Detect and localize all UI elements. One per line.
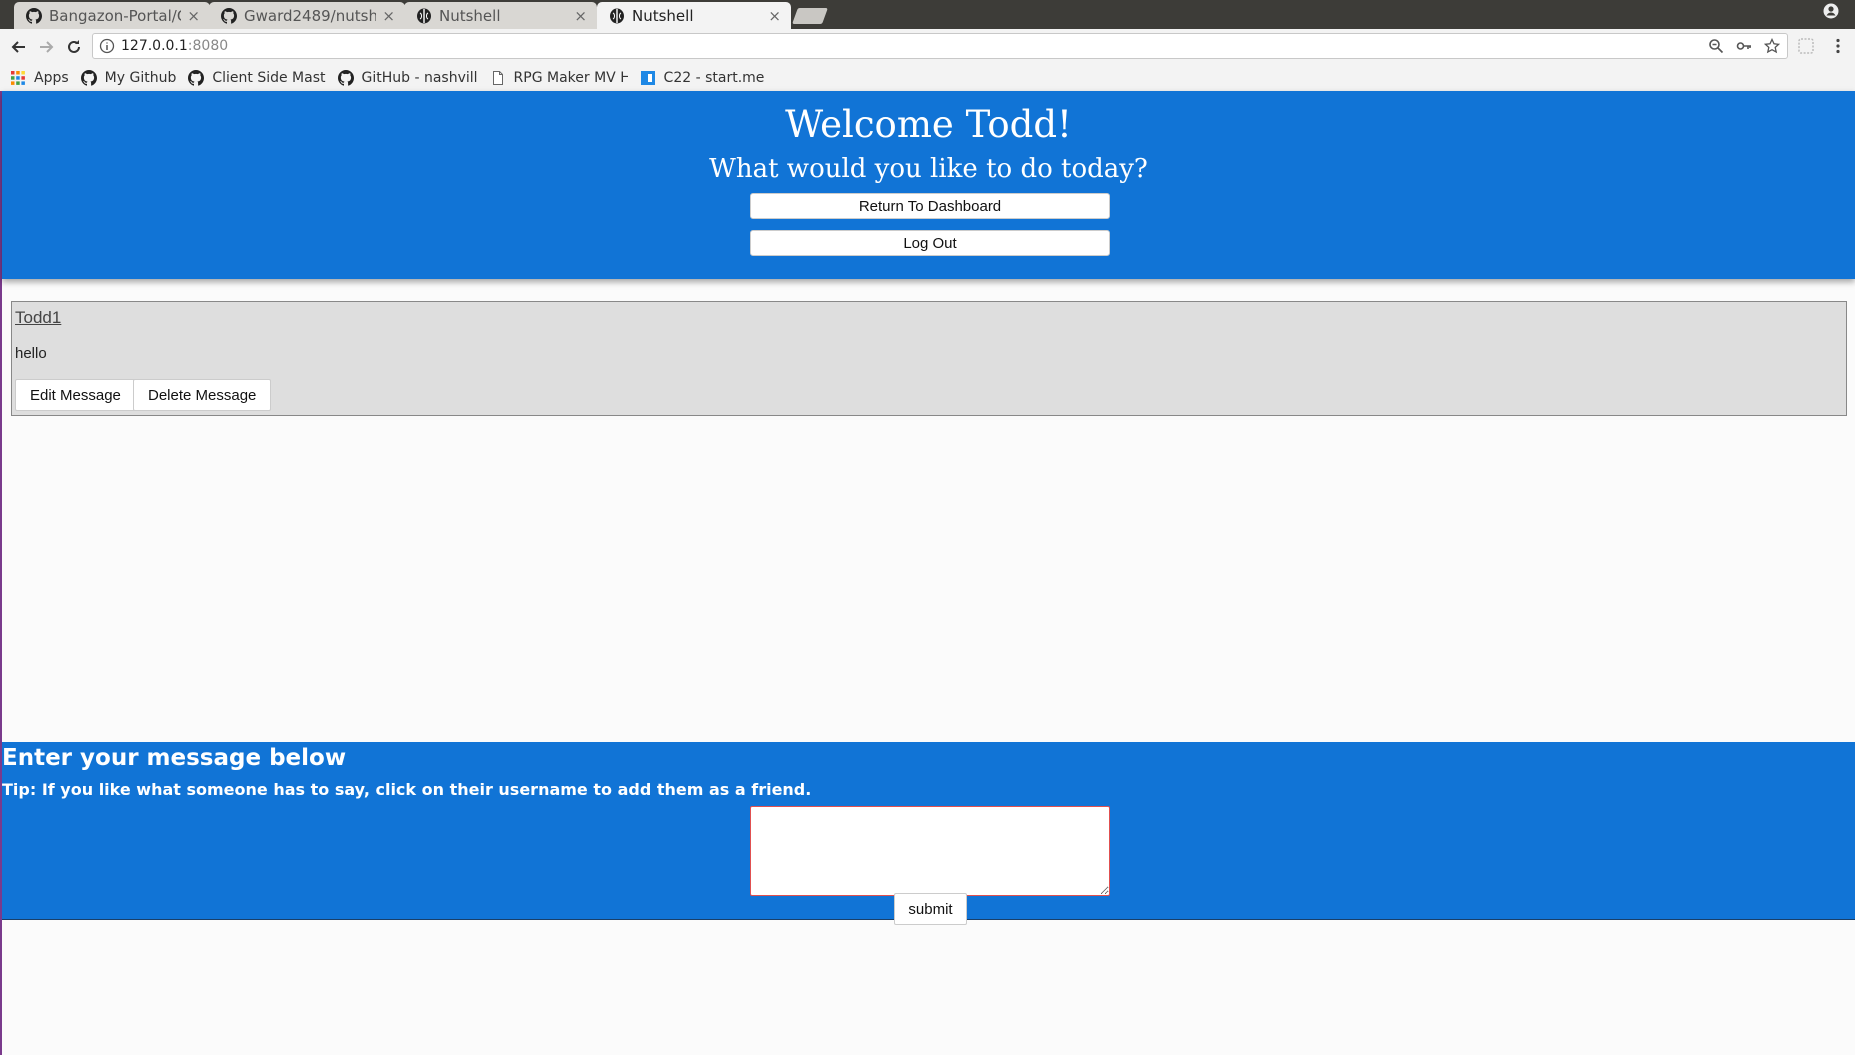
bookmark-apps[interactable]: Apps <box>10 70 69 86</box>
star-icon[interactable] <box>1763 37 1781 55</box>
close-icon[interactable]: × <box>768 7 781 25</box>
message-textarea[interactable] <box>750 806 1110 896</box>
tab-title: Bangazon-Portal/C <box>49 6 182 25</box>
return-dashboard-button[interactable]: Return To Dashboard <box>750 193 1110 219</box>
nutshell-icon <box>417 8 431 23</box>
tab-title: Nutshell <box>439 6 501 25</box>
nutshell-icon <box>610 8 624 23</box>
bookmark-label: Apps <box>34 70 69 86</box>
omnibox-actions <box>1707 37 1781 55</box>
address-bar[interactable]: 127.0.0.1:8080 <box>92 33 1788 59</box>
welcome-subtitle: What would you like to do today? <box>709 154 1148 184</box>
tab-title: Gward2489/nutshe <box>244 6 377 25</box>
compose-heading: Enter your message below <box>2 745 347 771</box>
forward-arrow-icon <box>40 41 54 53</box>
zoom-icon[interactable] <box>1707 37 1725 55</box>
browser-tab-2[interactable]: Gward2489/nutshe × <box>209 2 405 29</box>
key-icon[interactable] <box>1735 37 1753 55</box>
delete-message-button[interactable]: Delete Message <box>133 379 272 411</box>
bookmark-client-side[interactable]: Client Side Mast <box>188 70 326 86</box>
back-arrow-icon <box>11 41 25 53</box>
browser-tab-1[interactable]: Bangazon-Portal/C × <box>14 2 210 29</box>
reload-button[interactable] <box>62 35 86 59</box>
bookmark-my-github[interactable]: My Github <box>80 70 177 86</box>
logout-button[interactable]: Log Out <box>750 230 1110 256</box>
welcome-header: Welcome Todd! What would you like to do … <box>2 91 1855 279</box>
welcome-title: Welcome Todd! <box>785 103 1072 146</box>
extension-icon[interactable] <box>1797 37 1815 55</box>
bookmark-label: My Github <box>104 70 177 86</box>
browser-tab-active[interactable]: Nutshell × <box>597 2 791 29</box>
browser-tab-3[interactable]: Nutshell × <box>404 2 597 29</box>
message-username-link[interactable]: Todd1 <box>15 308 61 328</box>
bookmark-label: RPG Maker MV H <box>513 70 628 86</box>
bookmarks-bar: Apps My Github Client Side Mast GitHub -… <box>0 65 1855 92</box>
github-icon <box>26 7 42 24</box>
message-text: hello <box>15 345 47 362</box>
message-card: Todd1 hello Edit Message Delete Message <box>11 301 1847 416</box>
github-icon <box>221 7 237 24</box>
info-icon[interactable] <box>99 38 115 54</box>
url-text: 127.0.0.1:8080 <box>121 38 228 54</box>
github-icon <box>337 70 354 86</box>
submit-button[interactable]: submit <box>894 893 967 925</box>
close-icon[interactable]: × <box>382 7 395 25</box>
bookmark-rpg-maker[interactable]: RPG Maker MV H <box>490 70 628 86</box>
compose-tip: Tip: If you like what someone has to say… <box>2 780 812 799</box>
close-icon[interactable]: × <box>574 7 587 25</box>
profile-icon[interactable] <box>1821 3 1841 23</box>
apps-grid-icon <box>11 71 25 85</box>
bookmark-c22-start[interactable]: C22 - start.me <box>640 70 765 86</box>
kebab-menu-icon[interactable] <box>1829 37 1847 55</box>
edit-message-button[interactable]: Edit Message <box>15 379 136 411</box>
github-icon <box>188 70 205 86</box>
github-icon <box>80 70 97 86</box>
page-icon <box>492 71 503 85</box>
startme-icon <box>640 71 655 85</box>
close-icon[interactable]: × <box>187 7 200 25</box>
browser-toolbar: 127.0.0.1:8080 <box>0 29 1855 65</box>
back-button[interactable] <box>7 35 31 59</box>
reload-icon <box>68 40 80 53</box>
page-content: Welcome Todd! What would you like to do … <box>0 91 1855 1055</box>
bookmark-label: Client Side Mast <box>212 70 326 86</box>
url-port: :8080 <box>187 38 229 54</box>
url-host: 127.0.0.1 <box>121 38 188 54</box>
bookmark-label: GitHub - nashvill <box>361 70 478 86</box>
tab-strip: Bangazon-Portal/C × Gward2489/nutshe × N… <box>0 0 1855 29</box>
bookmark-label: C22 - start.me <box>663 70 765 86</box>
bookmark-github-nashville[interactable]: GitHub - nashvill <box>337 70 478 86</box>
forward-button[interactable] <box>34 35 58 59</box>
new-tab-button[interactable] <box>792 8 828 24</box>
tab-title: Nutshell <box>632 6 694 25</box>
